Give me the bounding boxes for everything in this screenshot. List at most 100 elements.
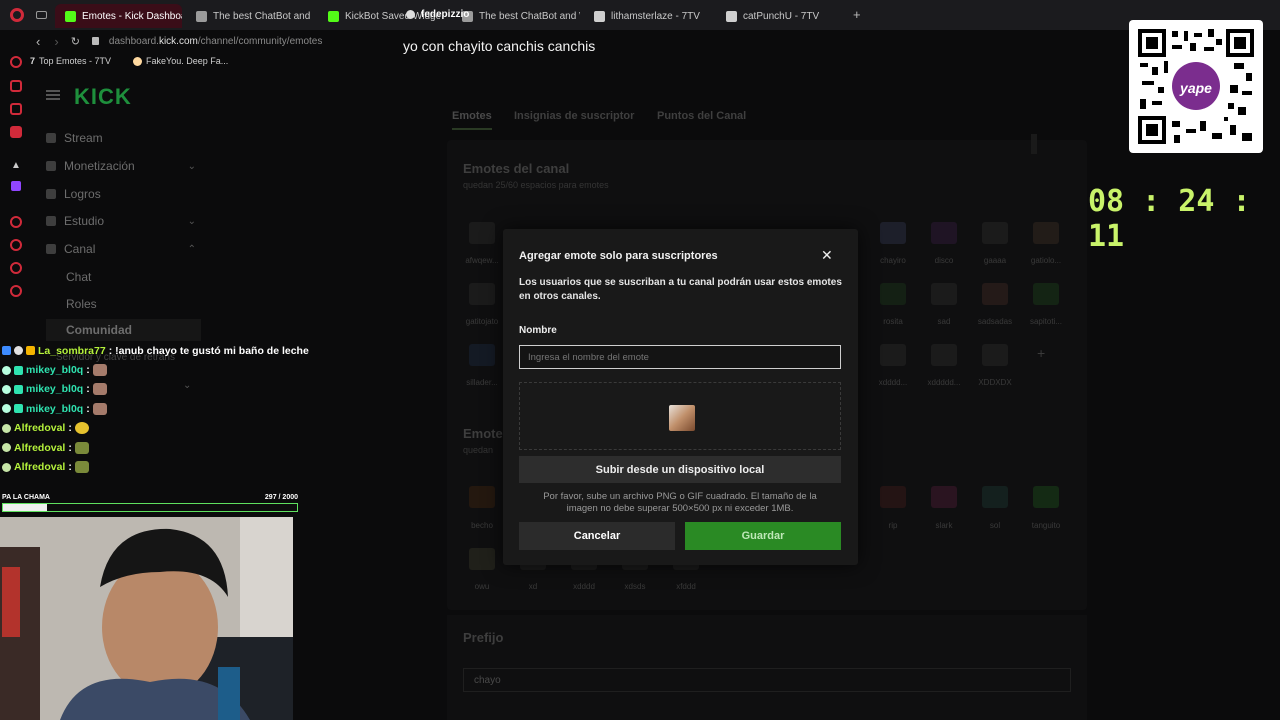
emote-thumbnail[interactable] [469, 548, 495, 570]
channel-emotes-subtitle: quedan 25/60 espacios para emotes [463, 180, 609, 190]
yape-qr-code: yape [1129, 20, 1263, 153]
add-emote-button[interactable]: + [1037, 345, 1045, 361]
emote-icon [92, 383, 107, 396]
sidebar-item-logros[interactable]: Logros [46, 187, 196, 201]
money-icon [46, 161, 56, 171]
emote-thumbnail[interactable] [982, 344, 1008, 366]
rail-history-icon[interactable] [10, 216, 22, 228]
tab-emotes[interactable]: Emotes [452, 110, 492, 122]
sidebar-item-comunidad[interactable]: Comunidad [46, 319, 201, 341]
emote-thumbnail[interactable] [880, 486, 906, 508]
menu-icon[interactable] [46, 90, 60, 100]
emote-thumbnail[interactable] [469, 222, 495, 244]
forward-icon[interactable]: › [54, 34, 58, 49]
new-tab-button[interactable]: + [853, 7, 861, 22]
emote-label: sad [937, 317, 951, 326]
tab-chatbot-2[interactable]: The best ChatBot and W [452, 4, 580, 28]
users-icon [46, 244, 56, 254]
emote-label: owu [474, 582, 490, 591]
emote-thumbnail[interactable] [1033, 222, 1059, 244]
bookmark-top-emotes[interactable]: 7 Top Emotes - 7TV [30, 56, 111, 66]
chat-text: : [86, 402, 90, 415]
emote-thumbnail[interactable] [982, 283, 1008, 305]
tab-emotes-kick[interactable]: Emotes - Kick Dashboard [55, 4, 182, 28]
emote-thumbnail[interactable] [982, 222, 1008, 244]
add-subscriber-emote-dialog: Agregar emote solo para suscriptores ✕ L… [503, 229, 858, 565]
chat-overlay: La_sombra77 : !anub chayo te gustó mi ba… [2, 341, 312, 477]
image-dropzone[interactable] [519, 382, 841, 450]
tab-label: The best ChatBot and W [479, 10, 580, 22]
emote-thumbnail[interactable] [1033, 486, 1059, 508]
emote-label: xdddd [573, 582, 595, 591]
sidebar-item-chat[interactable]: Chat [66, 270, 196, 284]
chat-message: mikey_bl0q : [2, 380, 312, 399]
chat-text: : [86, 364, 90, 377]
prefix-input[interactable]: chayo [463, 668, 1071, 692]
rail-aria-icon[interactable] [10, 80, 22, 92]
rail-extensions-icon[interactable] [10, 262, 22, 274]
tab-7tv-catpunch[interactable]: catPunchU - 7TV [716, 4, 844, 28]
opera-logo-icon[interactable] [10, 8, 24, 22]
kick-logo[interactable]: KICK [74, 84, 132, 110]
save-button[interactable]: Guardar [685, 522, 841, 550]
rail-instagram-icon[interactable] [10, 126, 22, 138]
url-subdomain: dashboard. [108, 35, 159, 47]
cancel-button[interactable]: Cancelar [519, 522, 675, 550]
fakeyou-bookmark-icon [133, 56, 143, 66]
close-icon[interactable]: ✕ [821, 247, 833, 264]
rail-messenger-icon[interactable] [10, 103, 22, 115]
sidebar-item-monetizacion[interactable]: Monetización ⌄ [46, 159, 196, 173]
badge-icon [14, 346, 23, 356]
emote-thumbnail[interactable] [931, 486, 957, 508]
tab-switcher-icon[interactable] [36, 11, 47, 19]
sidebar-item-label: Chat [66, 270, 92, 284]
emote-name-input[interactable] [519, 345, 841, 369]
sidebar-item-label: Canal [64, 242, 96, 256]
user-icon [406, 10, 415, 19]
back-icon[interactable]: ‹ [36, 34, 40, 49]
rail-clock-icon[interactable] [10, 239, 22, 251]
upload-local-button[interactable]: Subir desde un dispositivo local [519, 456, 841, 483]
rail-home-icon[interactable] [10, 56, 22, 68]
rail-kick-icon[interactable]: ▲ [11, 160, 21, 171]
chat-username: Alfredoval [14, 422, 66, 435]
streamer-name: fedepizzio [421, 9, 470, 20]
url-text[interactable]: dashboard.kick.com/channel/community/emo… [109, 36, 322, 47]
tab-insignias[interactable]: Insignias de suscriptor [514, 110, 634, 122]
emote-thumbnail[interactable] [469, 283, 495, 305]
rail-settings-icon[interactable] [10, 285, 22, 297]
rail-twitch-icon[interactable] [11, 181, 21, 191]
emote-thumbnail[interactable] [880, 283, 906, 305]
emote-thumbnail[interactable] [931, 222, 957, 244]
emote-thumbnail[interactable] [1033, 283, 1059, 305]
sidebar-item-stream[interactable]: Stream [46, 131, 196, 145]
sidebar-item-label: Comunidad [66, 323, 132, 337]
tab-chatbot-1[interactable]: The best ChatBot and [186, 4, 312, 28]
emote-label: disco [934, 256, 954, 265]
emote-thumbnail[interactable] [982, 486, 1008, 508]
tab-puntos[interactable]: Puntos del Canal [657, 110, 746, 122]
emote-label: xddddd... [927, 378, 961, 387]
sidebar-item-estudio[interactable]: Estudio ⌄ [46, 214, 196, 228]
chat-text: : [68, 441, 72, 454]
emote-thumbnail[interactable] [469, 344, 495, 366]
reload-icon[interactable]: ↻ [71, 35, 80, 48]
tab-7tv-lithamster[interactable]: lithamsterlaze - 7TV [584, 4, 712, 28]
emote-thumbnail[interactable] [880, 344, 906, 366]
emote-label: becho [471, 521, 493, 530]
goal-progress-bar [2, 503, 298, 512]
chat-message: Alfredoval : [2, 419, 312, 438]
emote-thumbnail[interactable] [931, 344, 957, 366]
chat-username: mikey_bl0q [26, 364, 84, 377]
emote-thumbnail[interactable] [469, 486, 495, 508]
emote-label: rip [888, 521, 898, 530]
emote-label: xd [528, 582, 538, 591]
bookmark-fakeyou[interactable]: FakeYou. Deep Fa... [133, 56, 228, 66]
emote-label: rosita [883, 317, 903, 326]
chat-message: Alfredoval : [2, 457, 312, 476]
emote-thumbnail[interactable] [880, 222, 906, 244]
chevron-up-icon: ⌃ [187, 243, 196, 255]
sidebar-item-canal[interactable]: Canal ⌃ [46, 242, 196, 256]
emote-thumbnail[interactable] [931, 283, 957, 305]
sidebar-item-roles[interactable]: Roles [66, 297, 196, 311]
